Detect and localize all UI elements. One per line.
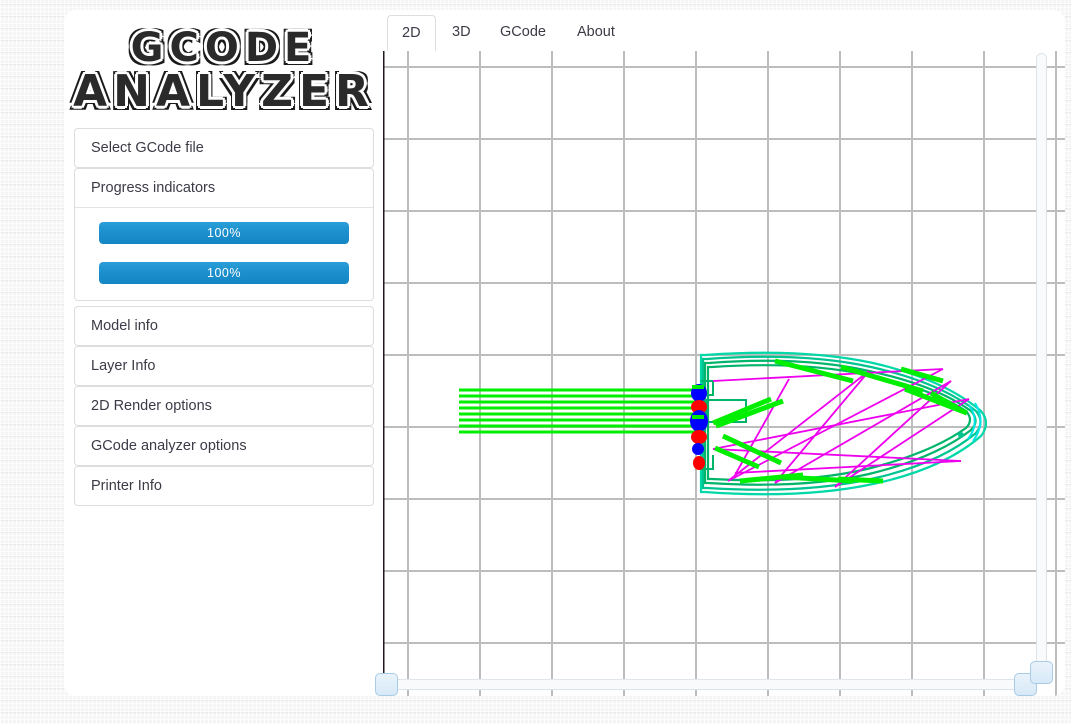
panel-layer-info[interactable]: Layer Info: [74, 346, 374, 386]
layer-slider-track[interactable]: [1036, 53, 1047, 681]
panel-header-progress-indicators[interactable]: Progress indicators: [75, 169, 373, 207]
panel-select-gcode-file[interactable]: Select GCode file: [74, 128, 374, 168]
travel-moves: [712, 368, 970, 488]
tab-gcode[interactable]: GCode: [486, 15, 560, 51]
panel-body-progress-indicators: 100% 100%: [75, 207, 373, 300]
tab-about[interactable]: About: [563, 15, 629, 51]
panel-header-model-info[interactable]: Model info: [75, 307, 373, 345]
sidebar: GCODE ANALYZER Select GCode file Progres…: [64, 10, 383, 696]
skirt-lines: [459, 388, 695, 434]
gcode-2d-viewport[interactable]: [383, 51, 1065, 696]
app-logo: GCODE ANALYZER: [73, 22, 375, 120]
panel-header-gcode-analyzer-options[interactable]: GCode analyzer options: [75, 427, 373, 465]
layer-range-slider-track[interactable]: [390, 679, 1028, 690]
layer-range-slider-handle-low[interactable]: [375, 673, 398, 696]
gcode-toolpath: [459, 351, 988, 496]
progress-bar-1-fill: 100%: [99, 222, 349, 244]
tab-2d[interactable]: 2D: [387, 15, 436, 51]
panel-header-layer-info[interactable]: Layer Info: [75, 347, 373, 385]
logo-line-analyzer: ANALYZER: [73, 66, 375, 117]
logo-line-gcode: GCODE: [130, 25, 318, 71]
progress-bar-2: 100%: [99, 262, 349, 284]
layer-slider-handle[interactable]: [1030, 661, 1053, 684]
panel-progress-indicators[interactable]: Progress indicators 100% 100%: [74, 168, 374, 301]
panel-gcode-analyzer-options[interactable]: GCode analyzer options: [74, 426, 374, 466]
app-window: GCODE ANALYZER Select GCode file Progres…: [64, 10, 1065, 696]
tab-bar: 2D 3D GCode About: [383, 10, 1065, 51]
content-area: 2D 3D GCode About: [383, 10, 1065, 696]
progress-bar-1: 100%: [99, 222, 349, 244]
panel-header-2d-render-options[interactable]: 2D Render options: [75, 387, 373, 425]
panel-header-select-gcode-file[interactable]: Select GCode file: [75, 129, 373, 167]
panel-model-info[interactable]: Model info: [74, 306, 374, 346]
tab-3d[interactable]: 3D: [438, 15, 485, 51]
panel-2d-render-options[interactable]: 2D Render options: [74, 386, 374, 426]
path-endpoint: [958, 432, 964, 438]
panel-printer-info[interactable]: Printer Info: [74, 466, 374, 506]
panel-header-printer-info[interactable]: Printer Info: [75, 467, 373, 505]
progress-bar-2-fill: 100%: [99, 262, 349, 284]
